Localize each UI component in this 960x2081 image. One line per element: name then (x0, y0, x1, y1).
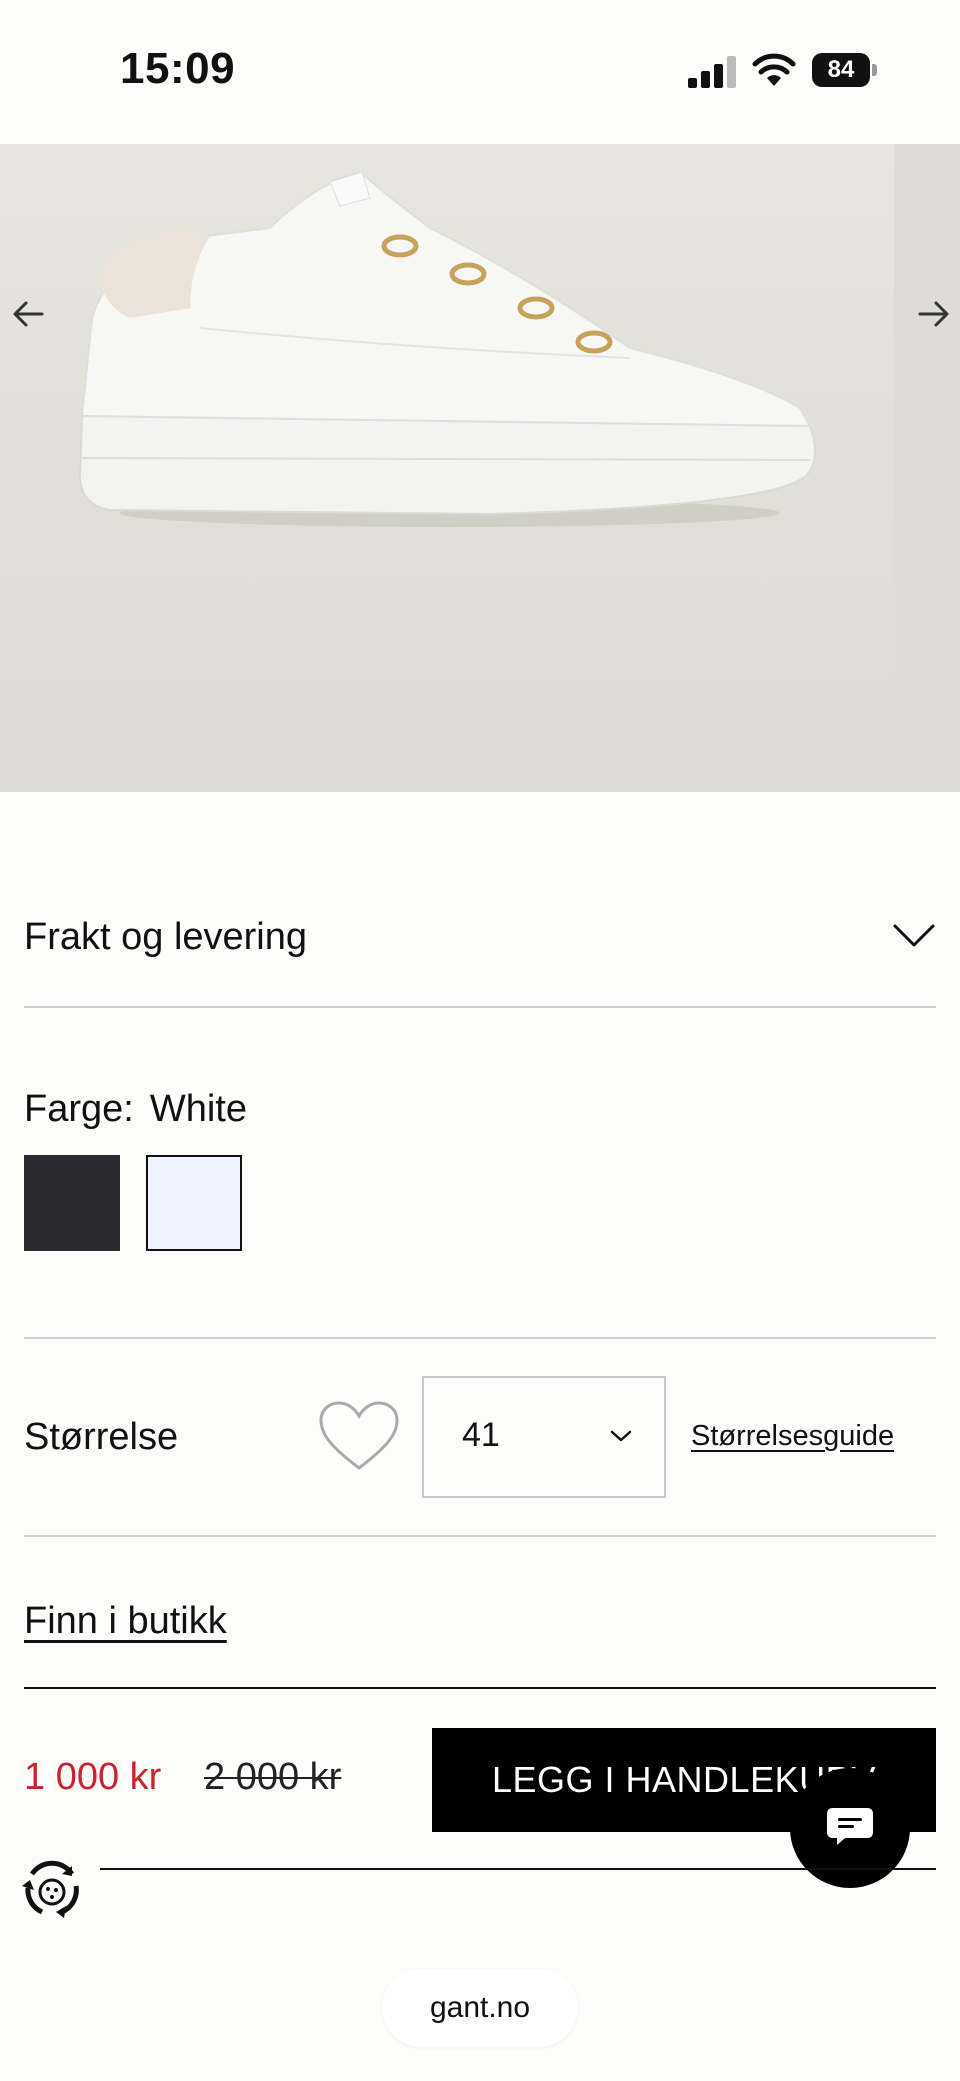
product-image-gallery[interactable] (0, 144, 960, 792)
shipping-accordion-label: Frakt og levering (24, 916, 308, 958)
signal-icon (688, 56, 736, 88)
divider (24, 1535, 936, 1537)
shipping-accordion[interactable]: Frakt og levering (24, 880, 936, 1008)
divider (24, 1337, 936, 1339)
color-label-prefix: Farge: (24, 1088, 134, 1130)
cookie-settings-icon[interactable] (14, 1852, 90, 1928)
chat-button[interactable] (790, 1768, 910, 1888)
size-select[interactable]: 41 (422, 1376, 666, 1498)
heart-icon[interactable] (318, 1400, 400, 1472)
browser-url-bar[interactable]: gant.no (382, 1969, 578, 2047)
color-swatch-white[interactable] (146, 1155, 242, 1251)
divider (100, 1868, 936, 1870)
status-time: 15:09 (120, 44, 236, 93)
sale-price: 1 000 kr (24, 1756, 162, 1798)
size-label: Størrelse (24, 1416, 179, 1458)
size-select-value: 41 (462, 1416, 500, 1454)
arrow-left-icon[interactable] (8, 294, 48, 334)
status-bar: 15:09 84 (0, 0, 960, 142)
chevron-down-icon (610, 1430, 632, 1442)
chevron-down-icon[interactable] (892, 920, 936, 950)
find-in-store-link[interactable]: Finn i butikk (24, 1600, 227, 1643)
divider (24, 1687, 936, 1689)
original-price: 2 000 kr (204, 1756, 342, 1798)
product-image (78, 170, 817, 527)
selected-color: White (149, 1088, 247, 1130)
color-label: Farge: White (24, 1088, 263, 1131)
battery-level: 84 (812, 53, 870, 87)
size-guide-link[interactable]: Størrelsesguide (691, 1420, 894, 1453)
next-image-peek[interactable] (894, 144, 960, 792)
arrow-right-icon[interactable] (914, 294, 954, 334)
battery-icon: 84 (812, 53, 878, 87)
color-swatch-black[interactable] (24, 1155, 120, 1251)
chat-icon (827, 1808, 873, 1845)
wifi-icon (752, 53, 796, 86)
